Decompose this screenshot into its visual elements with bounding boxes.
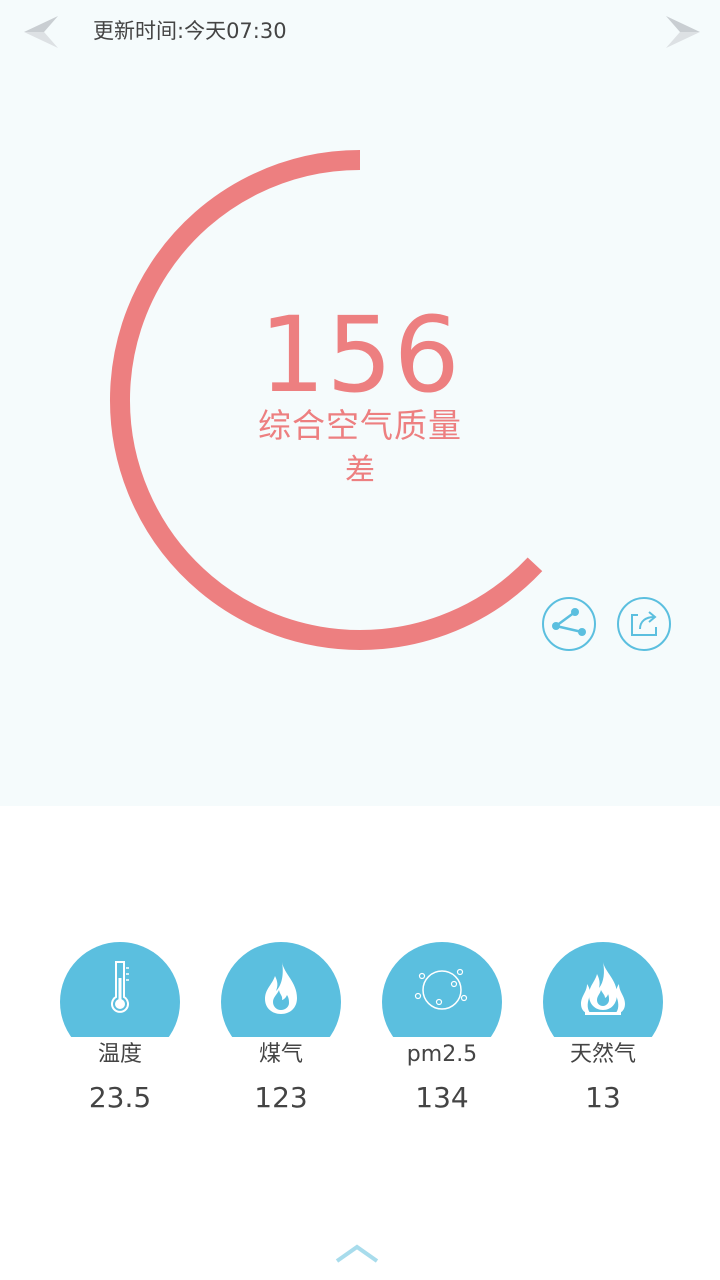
sensor-label: 煤气 <box>258 1042 303 1067</box>
paper-plane-right-icon[interactable] <box>662 12 702 52</box>
sensor-temperature[interactable]: 温度 23.5 <box>60 942 180 1114</box>
sensor-pm25[interactable]: pm2.5 134 <box>382 942 502 1114</box>
thermometer-icon <box>111 961 129 1013</box>
paper-plane-left-icon[interactable] <box>22 12 62 52</box>
aqi-level: 差 <box>345 453 375 488</box>
sensor-natural-gas[interactable]: 天然气 13 <box>543 942 663 1114</box>
update-time: 更新时间:今天07:30 <box>93 19 287 43</box>
aqi-label: 综合空气质量 <box>258 406 462 445</box>
sensor-value: 123 <box>254 1081 308 1114</box>
aqi-value: 156 <box>259 294 461 416</box>
particles-icon <box>414 968 468 1010</box>
aqi-readout: 156 综合空气质量 差 <box>160 300 560 491</box>
share-icon <box>552 608 586 636</box>
double-flame-icon <box>581 962 625 1015</box>
sensor-label: 温度 <box>97 1042 142 1067</box>
air-quality-panel: 更新时间:今天07:30 156 综合空气质量 差 <box>0 0 720 806</box>
sensor-label: 天然气 <box>569 1042 636 1067</box>
export-icon <box>631 611 657 636</box>
share-button[interactable] <box>541 596 597 652</box>
sensor-value: 23.5 <box>88 1081 152 1114</box>
export-button[interactable] <box>616 596 672 652</box>
chevron-up-icon[interactable] <box>334 1242 380 1264</box>
sensor-value: 134 <box>415 1081 469 1114</box>
sensor-label: pm2.5 <box>406 1042 478 1067</box>
sensor-gas[interactable]: 煤气 123 <box>221 942 341 1114</box>
flame-icon <box>265 962 297 1014</box>
sensor-value: 13 <box>585 1081 621 1114</box>
